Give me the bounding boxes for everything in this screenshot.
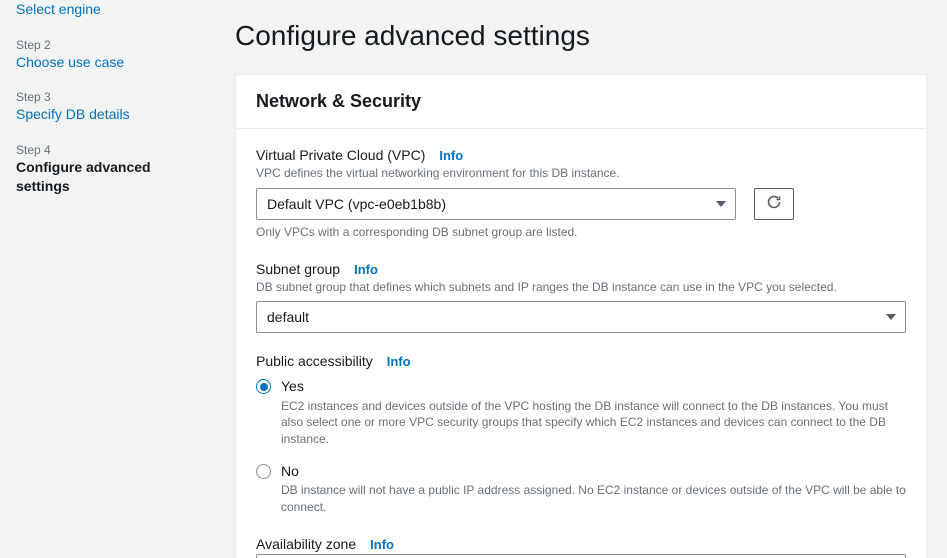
step-number: Step 2 [16,38,199,52]
az-label: Availability zone [256,536,356,552]
public-no-desc: DB instance will not have a public IP ad… [281,482,906,516]
page-title: Configure advanced settings [235,20,927,52]
vpc-info-link[interactable]: Info [439,148,463,163]
refresh-icon [766,194,782,213]
subnet-field: Subnet group Info DB subnet group that d… [256,261,906,334]
vpc-select[interactable]: Default VPC (vpc-e0eb1b8b) [256,188,736,220]
public-accessibility-field: Public accessibility Info Yes EC2 instan… [256,353,906,515]
panel-header: Network & Security [236,75,926,129]
network-security-panel: Network & Security Virtual Private Cloud… [235,74,927,558]
subnet-description: DB subnet group that defines which subne… [256,279,906,296]
step-number: Step 4 [16,143,199,157]
step-number: Step 3 [16,90,199,104]
step-2[interactable]: Step 2 Choose use case [16,38,199,73]
public-no-label: No [281,462,906,480]
public-yes-desc: EC2 instances and devices outside of the… [281,398,906,448]
vpc-label: Virtual Private Cloud (VPC) [256,147,425,163]
radio-icon [256,379,271,394]
subnet-label: Subnet group [256,261,340,277]
public-yes-label: Yes [281,377,906,395]
wizard-sidebar: Select engine Step 2 Choose use case Ste… [0,0,215,558]
public-yes-radio[interactable]: Yes EC2 instances and devices outside of… [256,377,906,448]
public-no-radio[interactable]: No DB instance will not have a public IP… [256,462,906,516]
step-active-configure-advanced: Configure advanced settings [16,158,199,197]
public-info-link[interactable]: Info [387,354,411,369]
step-link-select-engine[interactable]: Select engine [16,0,199,20]
az-field: Availability zone Info No preference [256,536,906,558]
subnet-select-value: default [267,309,309,325]
vpc-field: Virtual Private Cloud (VPC) Info VPC def… [256,147,906,241]
panel-title: Network & Security [256,91,906,112]
radio-icon [256,464,271,479]
az-select[interactable]: No preference [256,554,906,558]
vpc-help: Only VPCs with a corresponding DB subnet… [256,224,906,241]
step-link-specify-db-details[interactable]: Specify DB details [16,105,199,125]
subnet-info-link[interactable]: Info [354,262,378,277]
main-content: Configure advanced settings Network & Se… [215,0,947,558]
step-1[interactable]: Select engine [16,0,199,20]
vpc-select-value: Default VPC (vpc-e0eb1b8b) [267,196,446,212]
step-4: Step 4 Configure advanced settings [16,143,199,197]
step-link-choose-use-case[interactable]: Choose use case [16,53,199,73]
subnet-select[interactable]: default [256,301,906,333]
step-3[interactable]: Step 3 Specify DB details [16,90,199,125]
az-info-link[interactable]: Info [370,537,394,552]
vpc-refresh-button[interactable] [754,188,794,220]
public-label: Public accessibility [256,353,373,369]
vpc-description: VPC defines the virtual networking envir… [256,165,906,182]
